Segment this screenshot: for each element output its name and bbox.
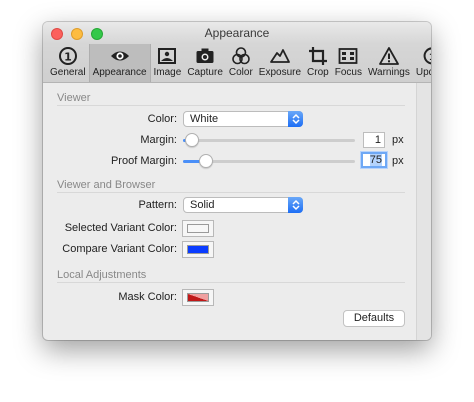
title-bar[interactable]: Appearance — [43, 22, 431, 44]
preferences-content: Viewer Color: White Margin: 1 px Proof M… — [43, 83, 431, 340]
section-divider — [57, 282, 405, 283]
vertical-scrollbar[interactable] — [416, 83, 431, 340]
tab-general[interactable]: 1 General — [47, 44, 89, 82]
tab-label: General — [50, 67, 86, 78]
warning-icon — [379, 47, 399, 65]
section-divider — [57, 105, 405, 106]
updown-arrows-icon — [288, 197, 303, 213]
viewer-section-header: Viewer — [57, 92, 91, 104]
viewer-browser-section-header: Viewer and Browser — [57, 179, 156, 191]
popup-value: White — [190, 113, 219, 125]
margin-value-field[interactable]: 1 — [363, 132, 385, 148]
margin-label: Margin: — [140, 134, 177, 146]
popup-value: Solid — [190, 199, 215, 211]
svg-text:1: 1 — [429, 53, 431, 63]
pattern-label: Pattern: — [138, 199, 177, 211]
focus-icon — [338, 48, 358, 64]
color-label: Color: — [147, 113, 177, 125]
tab-focus[interactable]: Focus — [332, 44, 365, 82]
section-divider — [57, 192, 405, 193]
color-swatch — [187, 224, 209, 233]
selected-variant-color-label: Selected Variant Color: — [64, 222, 177, 234]
color-circles-icon — [232, 47, 250, 65]
tab-label: Image — [153, 67, 182, 78]
color-swatch — [187, 293, 209, 302]
proof-margin-value-field[interactable]: 75 — [361, 152, 387, 168]
compare-variant-color-label: Compare Variant Color: — [62, 243, 177, 255]
tab-label: Warnings — [367, 67, 410, 78]
proof-margin-unit: px — [392, 155, 404, 167]
tab-label: Update — [415, 67, 431, 78]
slider-knob[interactable] — [185, 133, 199, 147]
tab-exposure[interactable]: Exposure — [256, 44, 304, 82]
defaults-button[interactable]: Defaults — [343, 310, 405, 327]
exposure-icon — [270, 49, 290, 63]
tab-label: Capture — [187, 67, 223, 78]
viewer-color-popup[interactable]: White — [183, 111, 303, 127]
tab-capture[interactable]: Capture — [184, 44, 226, 82]
window-title: Appearance — [204, 26, 270, 40]
mask-color-label: Mask Color: — [118, 291, 177, 303]
pattern-popup[interactable]: Solid — [183, 197, 303, 213]
svg-text:1: 1 — [64, 51, 72, 64]
selected-text: 75 — [369, 154, 382, 166]
proof-margin-label: Proof Margin: — [110, 155, 177, 167]
preferences-toolbar: 1 General Appearance Image Capture Color… — [43, 44, 431, 83]
image-icon — [158, 48, 177, 64]
tab-color[interactable]: Color — [226, 44, 256, 82]
tab-warnings[interactable]: Warnings — [365, 44, 413, 82]
slider-knob[interactable] — [199, 154, 213, 168]
crop-icon — [308, 47, 327, 65]
margin-slider[interactable] — [183, 133, 355, 147]
tab-crop[interactable]: Crop — [304, 44, 332, 82]
proof-margin-slider[interactable] — [183, 154, 355, 168]
margin-unit: px — [392, 134, 404, 146]
mask-color-well[interactable] — [182, 289, 214, 306]
camera-icon — [196, 48, 214, 63]
tab-update[interactable]: 1 Update — [413, 44, 431, 82]
tab-appearance[interactable]: Appearance — [88, 44, 151, 82]
compare-variant-color-well[interactable] — [182, 241, 214, 258]
preferences-window: Appearance 1 General Appearance Image Ca… — [43, 22, 431, 340]
tab-image[interactable]: Image — [151, 44, 185, 82]
tab-label: Appearance — [92, 67, 147, 78]
info-circle-icon: 1 — [58, 47, 77, 65]
tab-label: Exposure — [258, 67, 302, 78]
updown-arrows-icon — [288, 111, 303, 127]
tab-label: Crop — [307, 67, 329, 78]
tab-label: Focus — [334, 67, 362, 78]
selected-variant-color-well[interactable] — [182, 220, 214, 237]
tab-label: Color — [228, 67, 253, 78]
local-adjustments-section-header: Local Adjustments — [57, 269, 147, 281]
update-icon: 1 — [423, 47, 431, 65]
eye-icon — [110, 51, 129, 61]
color-swatch — [187, 245, 209, 254]
